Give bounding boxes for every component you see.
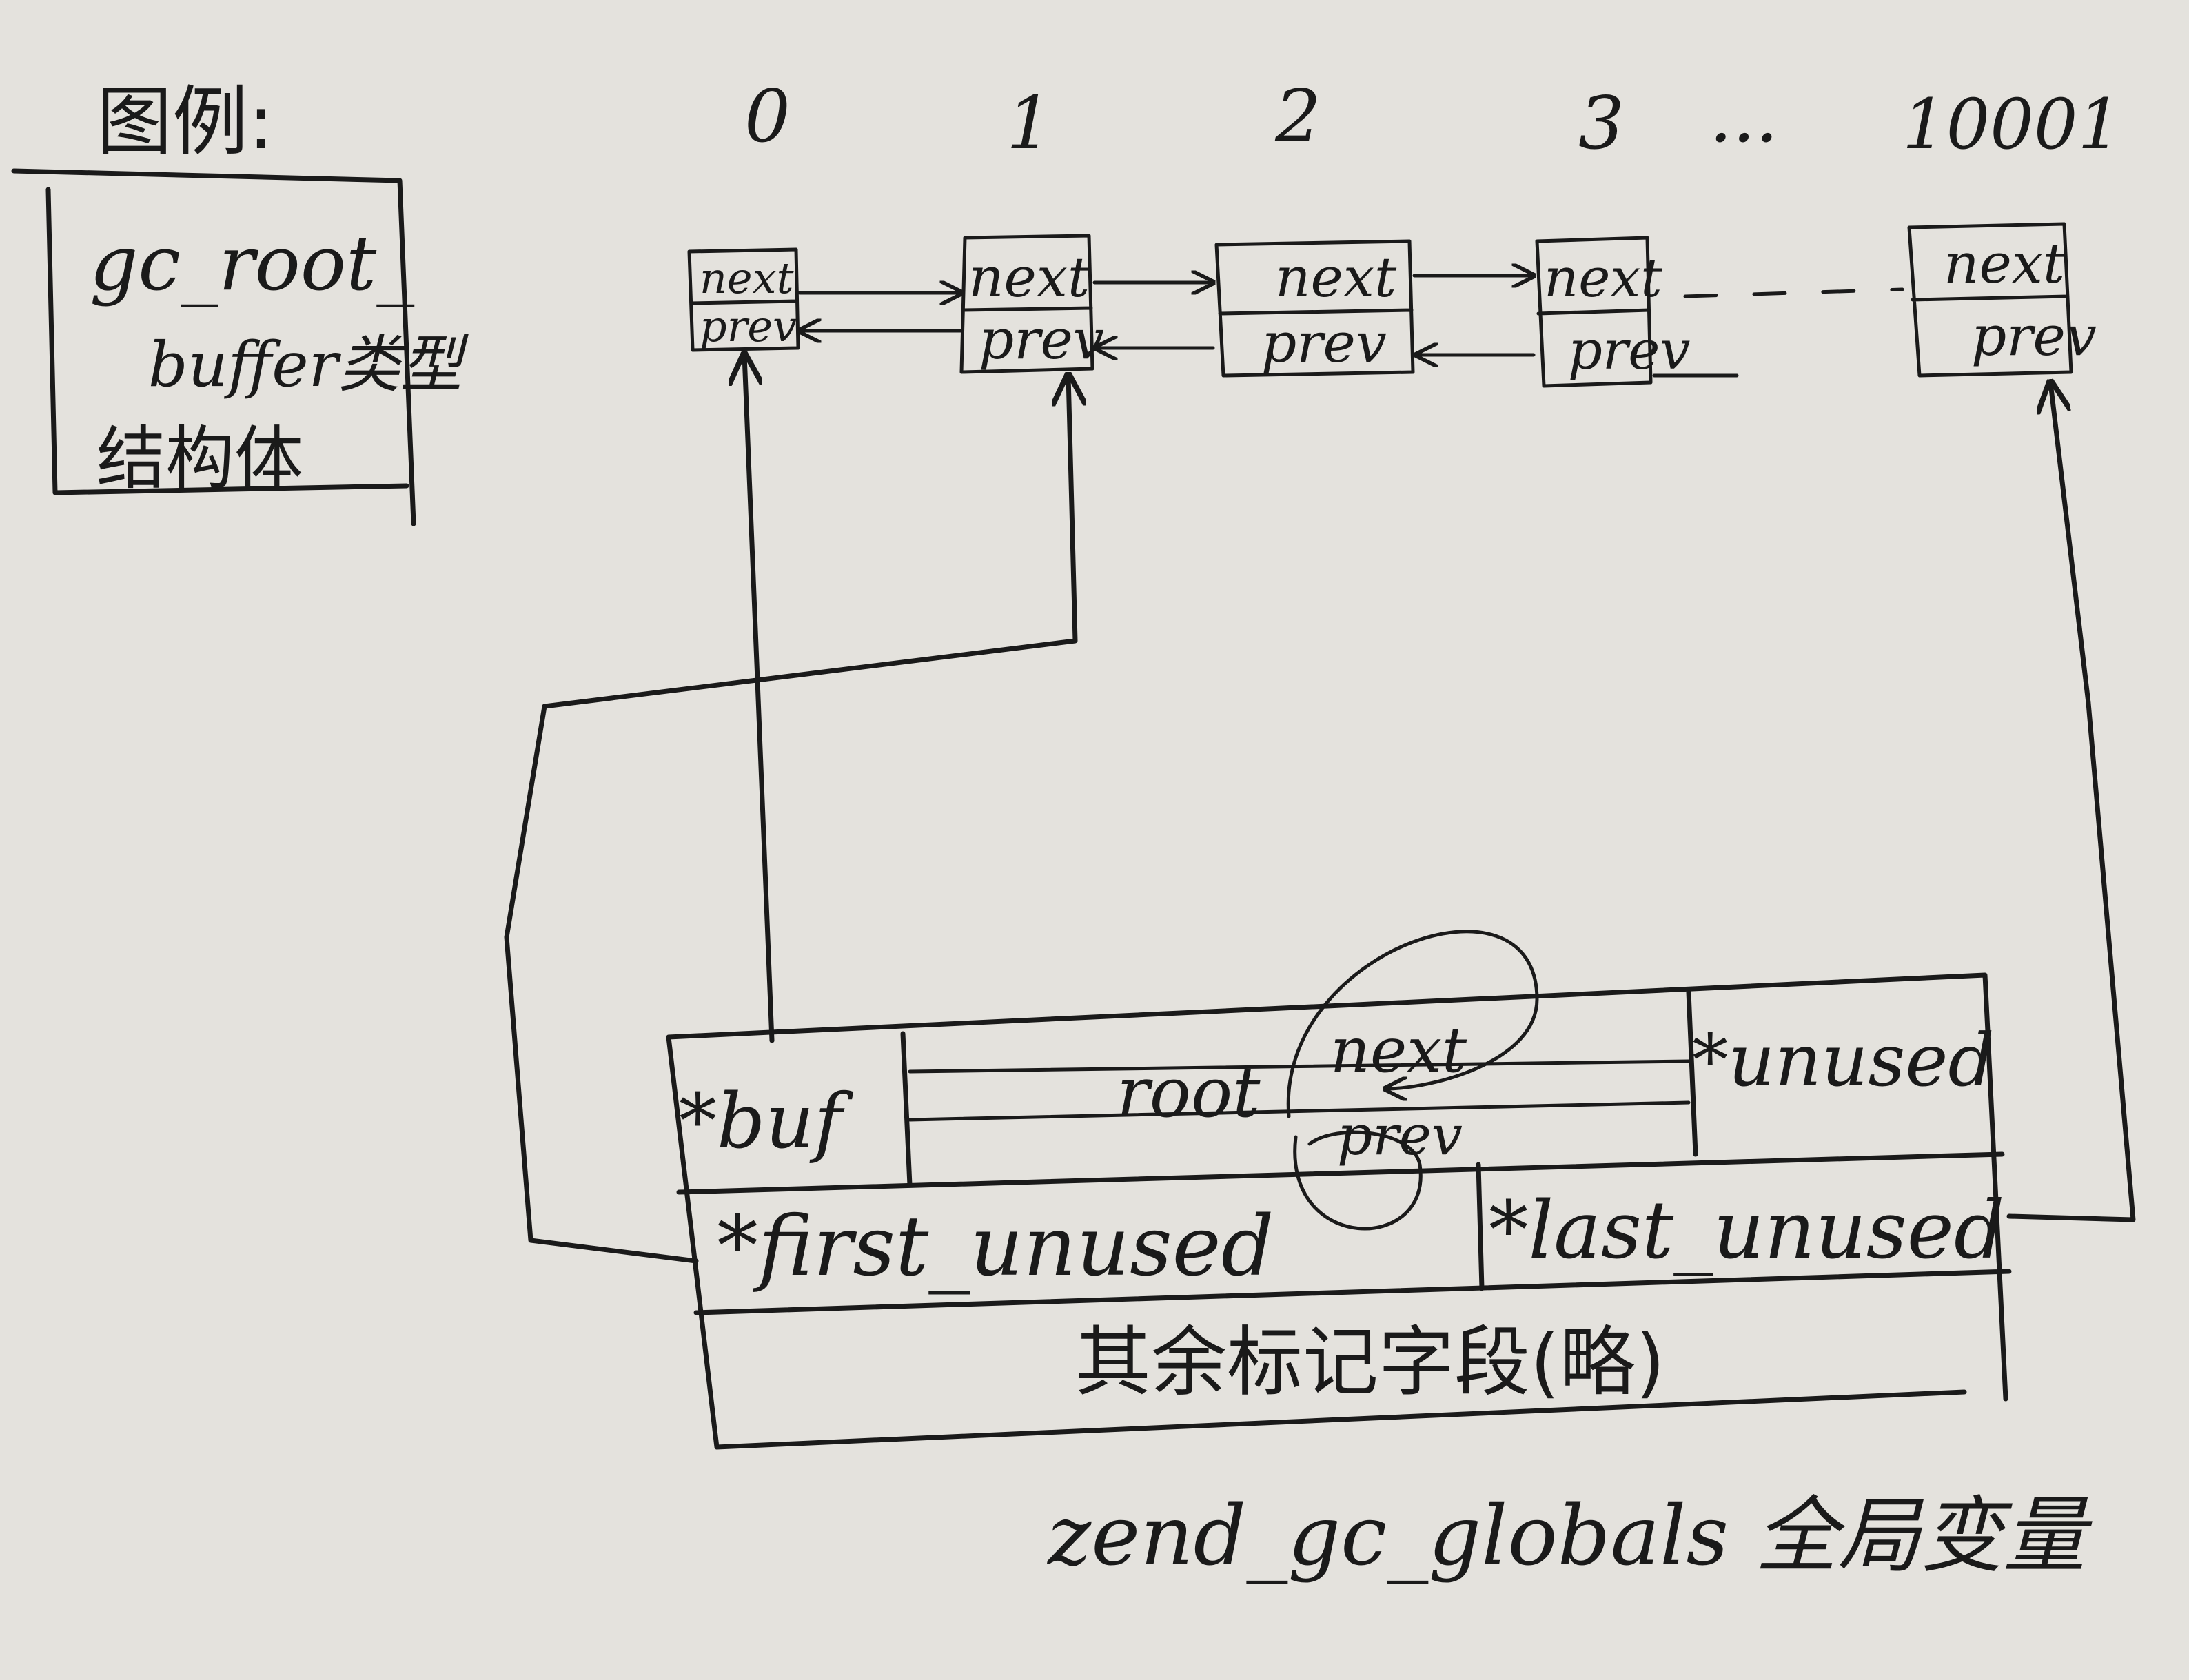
buffer-index-3: 3 (1578, 81, 1625, 165)
field-unused: *unused (1692, 1018, 1995, 1103)
field-buf: *buf (679, 1077, 853, 1165)
node-3-next: next (1544, 247, 1662, 309)
buffer-node-3: next prev (1535, 236, 1690, 388)
node-10001-prev: prev (1971, 304, 2097, 368)
field-last-unused: *last_unused (1489, 1185, 2004, 1277)
zend-gc-globals-struct: *buf root next prev *unused *first_unuse… (666, 930, 2012, 1450)
node-10001-next: next (1944, 232, 2066, 296)
buffer-node-0: next prev (687, 247, 800, 352)
legend: 图例: gc_root_ buffer类型 结构体 (11, 78, 469, 526)
buffer-indices: 0 1 2 3 ... 10001 (744, 74, 2121, 165)
node-2-next: next (1275, 245, 1397, 309)
node-1-prev: prev (979, 307, 1104, 371)
node-2-prev: prev (1261, 311, 1387, 375)
node-3-prev: prev (1568, 320, 1690, 382)
buffer-node-2: next prev (1214, 239, 1415, 378)
buffer-node-1: next prev (959, 234, 1104, 374)
globals-caption: zend_gc_globals 全局变量 (1046, 1488, 2093, 1584)
buffer-index-10001: 10001 (1902, 84, 2121, 165)
field-first-unused: *first_unused (717, 1199, 1274, 1295)
legend-box-line1: gc_root_ (90, 219, 414, 307)
buffer-index-0: 0 (744, 74, 791, 158)
buffer-index-ellipsis: ... (1709, 74, 1778, 158)
node-0-next: next (700, 253, 794, 303)
node-0-prev: prev (700, 301, 797, 351)
legend-box-line3: 结构体 (96, 418, 303, 499)
legend-box-line2: buffer类型 (148, 329, 469, 401)
field-root: root (1117, 1052, 1261, 1133)
field-root-next: next (1330, 1014, 1467, 1087)
buffer-index-1: 1 (1006, 81, 1052, 165)
node-1-next: next (968, 245, 1090, 309)
field-other: 其余标记字段(略) (1075, 1318, 1665, 1406)
buffer-node-10001: next prev (1907, 222, 2097, 378)
legend-title: 图例: (96, 78, 274, 166)
buffer-index-2: 2 (1274, 74, 1321, 158)
field-root-prev: prev (1337, 1103, 1463, 1167)
